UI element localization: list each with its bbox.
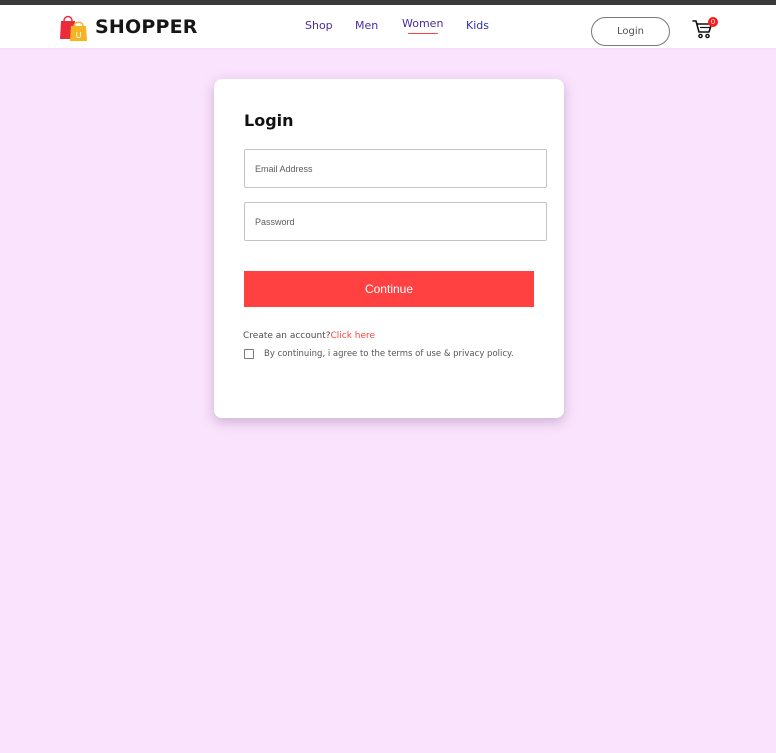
agree-row: By continuing, i agree to the terms of u…: [244, 349, 514, 359]
active-nav-underline: [407, 33, 438, 34]
logo-letter: U: [76, 31, 82, 40]
nav-item-women[interactable]: Women: [402, 17, 443, 34]
login-title: Login: [244, 111, 294, 130]
password-field[interactable]: [244, 202, 547, 241]
signup-prompt-row: Create an account?Click here: [243, 331, 375, 341]
signup-link[interactable]: Click here: [330, 331, 375, 341]
shopping-bag-icon: U: [60, 15, 87, 41]
nav-item-label: Men: [355, 19, 379, 32]
header-login-button[interactable]: Login: [591, 17, 670, 46]
navbar: U SHOPPER Shop Men Women Kids Login 0: [0, 5, 776, 48]
nav-item-kids[interactable]: Kids: [466, 19, 489, 32]
cart-button[interactable]: 0: [692, 17, 718, 39]
signup-prompt: Create an account?: [243, 331, 331, 341]
brand-name: SHOPPER: [95, 16, 198, 38]
nav-item-label: Shop: [305, 19, 333, 32]
continue-button[interactable]: Continue: [244, 271, 534, 307]
nav-item-label: Women: [402, 17, 444, 30]
agree-checkbox[interactable]: [244, 349, 254, 359]
email-field[interactable]: [244, 149, 547, 188]
nav-item-men[interactable]: Men: [355, 19, 378, 32]
nav-item-shop[interactable]: Shop: [305, 19, 333, 32]
agree-text: By continuing, i agree to the terms of u…: [264, 349, 514, 359]
brand-logo[interactable]: U SHOPPER: [58, 12, 198, 42]
cart-count-badge: 0: [708, 17, 718, 27]
login-card: Login Continue Create an account?Click h…: [214, 79, 564, 418]
nav-item-label: Kids: [466, 19, 489, 32]
